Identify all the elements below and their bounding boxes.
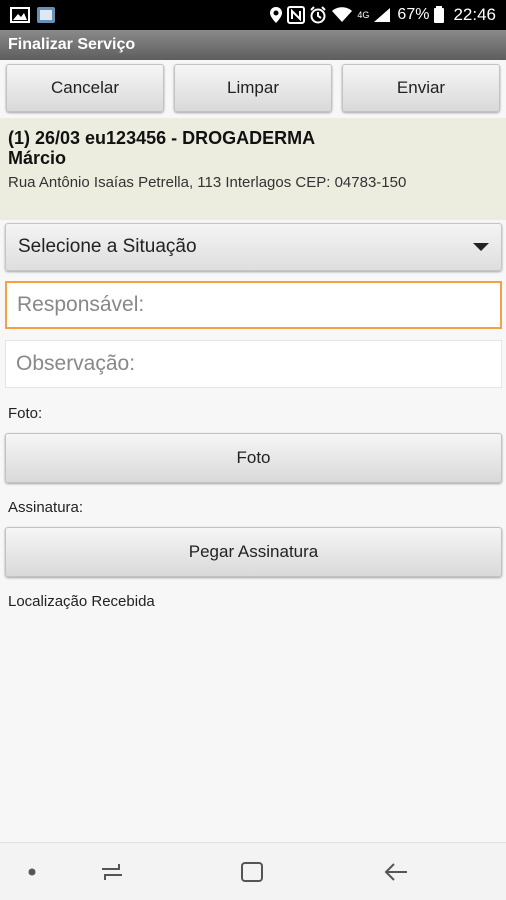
signature-label: Assinatura:	[8, 499, 84, 516]
recent-apps-icon[interactable]	[92, 843, 132, 900]
signal-type-label: 4G	[357, 10, 370, 20]
status-bar: 4G 67% 22:46	[0, 0, 506, 30]
send-button[interactable]: Enviar	[342, 64, 500, 112]
order-info-panel: (1) 26/03 eu123456 - DROGADERMA Márcio R…	[0, 118, 506, 220]
get-signature-button[interactable]: Pegar Assinatura	[5, 527, 502, 577]
battery-percent: 67%	[397, 6, 430, 23]
image-icon	[10, 7, 30, 23]
clear-button[interactable]: Limpar	[174, 64, 332, 112]
photo-label: Foto:	[8, 405, 43, 422]
battery-icon	[433, 6, 445, 24]
situation-select-label: Selecione a Situação	[18, 236, 197, 257]
notification-icons	[10, 6, 56, 24]
app-notification-icon	[36, 6, 56, 24]
wifi-icon	[331, 7, 353, 23]
responsible-input[interactable]: Responsável:	[5, 281, 502, 329]
order-address: Rua Antônio Isaías Petrella, 113 Interla…	[8, 174, 407, 191]
nfc-icon	[287, 6, 306, 24]
clock: 22:46	[453, 5, 496, 24]
home-icon[interactable]	[232, 843, 272, 900]
dropdown-arrow-icon	[473, 243, 489, 251]
cancel-button[interactable]: Cancelar	[6, 64, 164, 112]
responsible-placeholder: Responsável:	[17, 293, 145, 316]
observation-input[interactable]: Observação:	[5, 340, 502, 388]
photo-button[interactable]: Foto	[5, 433, 502, 483]
customer-name: Márcio	[8, 148, 67, 168]
order-summary: (1) 26/03 eu123456 - DROGADERMA	[8, 128, 316, 148]
signal-icon	[373, 7, 391, 23]
nav-dot-icon	[20, 843, 44, 900]
app-title-bar: Finalizar Serviço	[0, 30, 506, 60]
page-title: Finalizar Serviço	[8, 36, 136, 53]
observation-placeholder: Observação:	[16, 352, 136, 375]
location-icon	[269, 6, 283, 24]
situation-select[interactable]: Selecione a Situação	[5, 223, 502, 271]
system-navigation-bar	[0, 842, 506, 900]
status-indicators: 4G 67% 22:46	[269, 5, 496, 25]
alarm-icon	[309, 6, 327, 24]
back-icon[interactable]	[376, 843, 416, 900]
location-status: Localização Recebida	[8, 593, 155, 610]
